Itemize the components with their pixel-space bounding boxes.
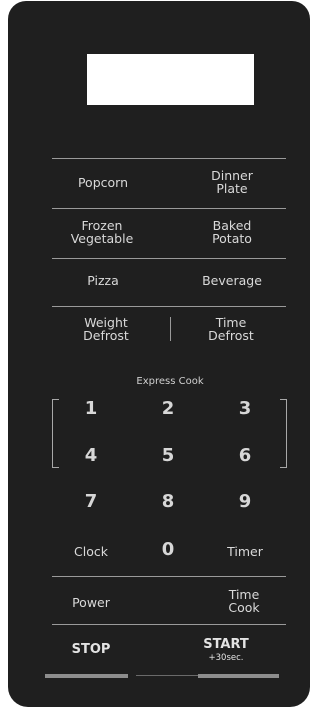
time-cook-button[interactable]: Time Cook <box>204 588 284 614</box>
divider-line <box>52 258 286 259</box>
express-cook-left-bracket <box>52 399 59 468</box>
digit-8-button[interactable]: 8 <box>148 492 188 512</box>
clock-button[interactable]: Clock <box>59 545 123 558</box>
defrost-divider <box>170 317 171 341</box>
divider-line <box>52 158 286 159</box>
digit-4-button[interactable]: 4 <box>71 446 111 466</box>
digit-5-button[interactable]: 5 <box>148 446 188 466</box>
digit-2-button[interactable]: 2 <box>148 399 188 419</box>
bottom-divider-line <box>136 675 206 676</box>
stop-button[interactable]: STOP <box>59 643 123 657</box>
digit-7-button[interactable]: 7 <box>71 492 111 512</box>
divider-line <box>52 208 286 209</box>
digit-3-button[interactable]: 3 <box>225 399 265 419</box>
power-button[interactable]: Power <box>59 596 123 609</box>
express-cook-right-bracket <box>280 399 287 468</box>
digit-1-button[interactable]: 1 <box>71 399 111 419</box>
display-screen <box>87 54 254 105</box>
start-indicator-bar <box>198 674 279 678</box>
dinner-plate-button[interactable]: Dinner Plate <box>190 169 274 195</box>
weight-defrost-button[interactable]: Weight Defrost <box>64 316 148 342</box>
divider-line <box>52 624 286 625</box>
stop-indicator-bar <box>45 674 128 678</box>
start-plus-30-seconds-label[interactable]: +30sec. <box>204 653 248 663</box>
baked-potato-button[interactable]: Baked Potato <box>190 219 274 245</box>
digit-0-button[interactable]: 0 <box>148 540 188 560</box>
popcorn-button[interactable]: Popcorn <box>61 176 145 189</box>
microwave-control-panel: Popcorn Dinner Plate Frozen Vegetable Ba… <box>8 1 310 707</box>
frozen-vegetable-button[interactable]: Frozen Vegetable <box>52 219 152 245</box>
divider-line <box>52 576 286 577</box>
digit-6-button[interactable]: 6 <box>225 446 265 466</box>
time-defrost-button[interactable]: Time Defrost <box>189 316 273 342</box>
digit-9-button[interactable]: 9 <box>225 492 265 512</box>
divider-line <box>52 306 286 307</box>
express-cook-label: Express Cook <box>136 376 204 387</box>
beverage-button[interactable]: Beverage <box>190 274 274 287</box>
timer-button[interactable]: Timer <box>213 545 277 558</box>
start-button[interactable]: START <box>194 638 258 652</box>
pizza-button[interactable]: Pizza <box>71 274 135 287</box>
